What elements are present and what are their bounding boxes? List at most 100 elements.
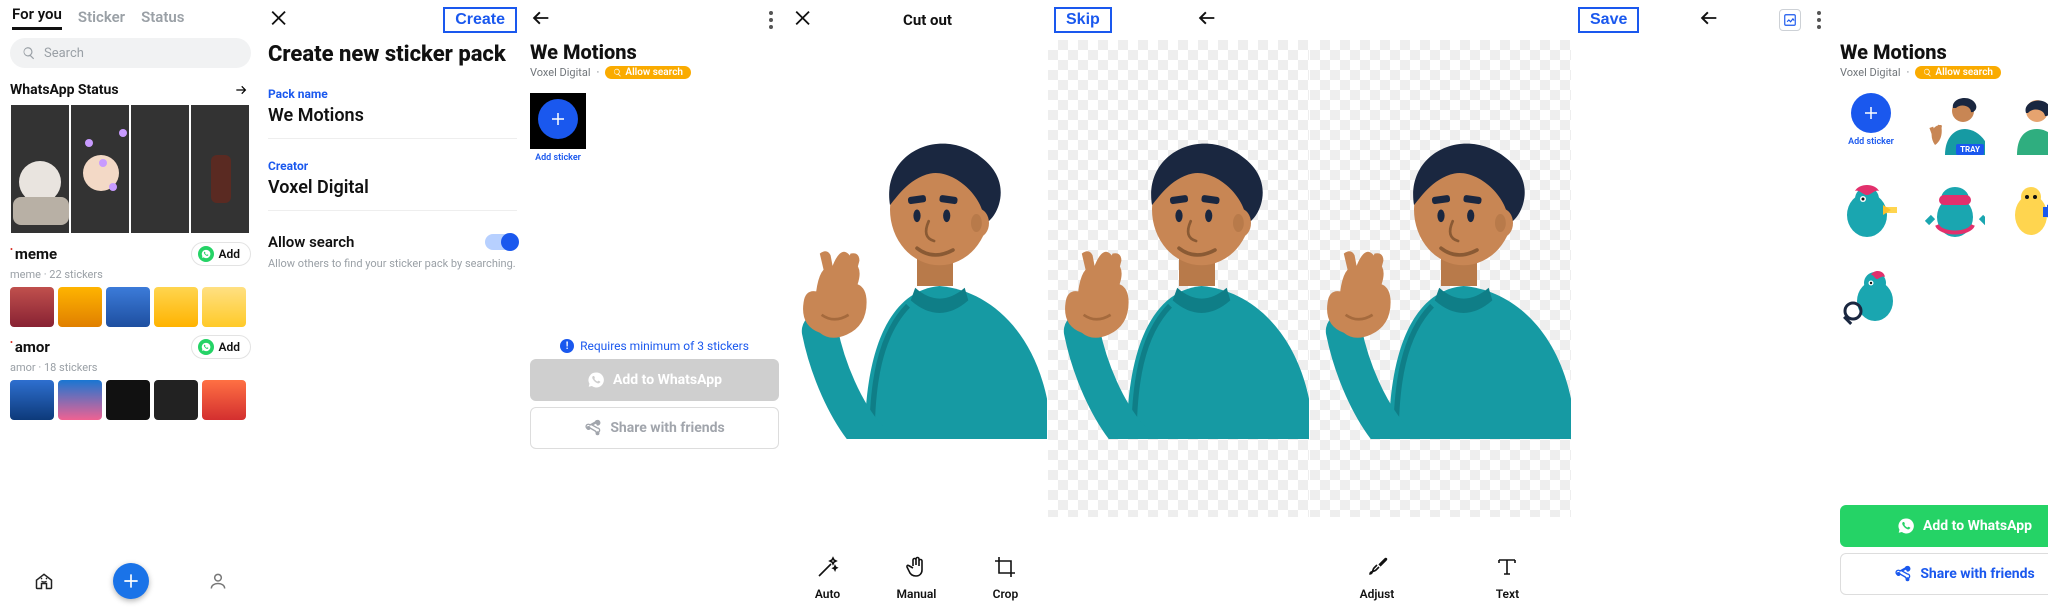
sticker-thumb[interactable]: [10, 380, 54, 420]
wand-icon: [814, 553, 842, 581]
pack-name-label: Pack name: [268, 87, 517, 101]
arrow-right-icon[interactable]: [231, 83, 251, 97]
close-button[interactable]: [792, 7, 814, 33]
brush-icon: [1363, 553, 1391, 581]
text-icon: [1493, 553, 1521, 581]
editor-canvas[interactable]: [1048, 40, 1309, 517]
status-thumb[interactable]: [130, 104, 190, 234]
nav-create[interactable]: [113, 563, 149, 599]
screen-pack-full: We Motions Voxel Digital· Allow search A…: [1834, 0, 2048, 607]
screen-cutout-left: Cut out Auto Manual Crop: [786, 0, 1048, 607]
add-sticker-label: Add sticker: [1840, 137, 1902, 147]
allow-search-hint: Allow others to find your sticker pack b…: [262, 257, 523, 270]
min-stickers-warning: !Requires minimum of 3 stickers: [530, 339, 779, 353]
nav-home[interactable]: [26, 563, 62, 599]
tool-adjust[interactable]: Adjust: [1360, 553, 1395, 601]
sticker-tile[interactable]: [1924, 179, 1986, 243]
sticker-thumb[interactable]: [10, 287, 54, 327]
page-title: Create new sticker pack: [262, 40, 523, 83]
creator-input[interactable]: Voxel Digital: [268, 177, 517, 198]
back-button[interactable]: [1196, 7, 1218, 33]
skip-button[interactable]: Skip: [1054, 7, 1112, 33]
pack-subtitle: amor · 18 stickers: [10, 361, 251, 374]
search-placeholder: Search: [44, 46, 84, 61]
create-button[interactable]: Create: [443, 7, 517, 33]
tool-text[interactable]: Text: [1493, 553, 1521, 601]
sticker-tile[interactable]: [1840, 265, 1902, 329]
status-strip: [0, 104, 261, 234]
sticker-thumb[interactable]: [202, 380, 246, 420]
add-pack-button[interactable]: Add: [191, 242, 251, 266]
tool-manual[interactable]: Manual: [897, 553, 937, 601]
search-icon: [22, 46, 36, 60]
creator-name: Voxel Digital: [530, 66, 591, 79]
screen-cutout-right: Skip: [1048, 0, 1310, 607]
status-thumb[interactable]: [70, 104, 130, 234]
pack-subtitle: meme · 22 stickers: [10, 268, 251, 281]
allow-search-chip: Allow search: [605, 66, 691, 79]
sticker-thumb[interactable]: [58, 287, 102, 327]
screen-pack-empty: We Motions Voxel Digital· Allow search A…: [524, 0, 786, 607]
tray-badge: TRAY: [1956, 144, 1984, 155]
whatsapp-icon: [198, 246, 214, 262]
tab-for-you[interactable]: For you: [12, 5, 62, 30]
editor-canvas[interactable]: [1310, 40, 1571, 517]
tab-sticker[interactable]: Sticker: [78, 8, 125, 30]
sticker-thumb[interactable]: [106, 287, 150, 327]
hand-icon: [902, 553, 930, 581]
add-label: Add: [218, 247, 240, 261]
tool-crop[interactable]: Crop: [991, 553, 1019, 601]
crop-icon: [991, 553, 1019, 581]
sticker-thumb[interactable]: [202, 287, 246, 327]
sticker-tile[interactable]: TRAY: [1924, 93, 1986, 157]
sticker-tile[interactable]: [2008, 179, 2048, 243]
editor-title: Cut out: [903, 11, 952, 29]
share-button[interactable]: Share with friends: [530, 407, 779, 449]
add-sticker-label: Add sticker: [530, 153, 586, 163]
tool-auto[interactable]: Auto: [814, 553, 842, 601]
back-button[interactable]: [1698, 7, 1720, 33]
tab-status[interactable]: Status: [141, 8, 184, 30]
more-menu[interactable]: [763, 5, 779, 35]
pack-title: We Motions: [524, 40, 785, 64]
add-sticker-button[interactable]: [538, 99, 578, 139]
sticker-thumb[interactable]: [58, 380, 102, 420]
sticker-thumb[interactable]: [154, 287, 198, 327]
whatsapp-icon: [198, 339, 214, 355]
sticker-thumb[interactable]: [106, 380, 150, 420]
allow-search-chip: Allow search: [1915, 66, 2001, 79]
close-button[interactable]: [268, 7, 290, 33]
screen-decorate-left: Adjust Text: [1310, 0, 1572, 607]
share-button[interactable]: Share with friends: [1840, 553, 2048, 595]
sticker-tile[interactable]: [1840, 179, 1902, 243]
status-heading: WhatsApp Status: [10, 82, 119, 98]
allow-search-toggle[interactable]: [485, 234, 517, 250]
nav-profile[interactable]: [200, 563, 236, 599]
image-picker-button[interactable]: [1779, 9, 1801, 31]
more-menu[interactable]: [1811, 5, 1827, 35]
screen-create-pack: Create Create new sticker pack Pack name…: [262, 0, 524, 607]
search-input[interactable]: Search: [10, 38, 251, 68]
sticker-tile[interactable]: [2008, 93, 2048, 157]
status-thumb[interactable]: [10, 104, 70, 234]
status-thumb[interactable]: [190, 104, 250, 234]
save-button[interactable]: Save: [1578, 7, 1639, 33]
sticker-thumb[interactable]: [154, 380, 198, 420]
pack-title: meme: [10, 245, 57, 263]
creator-label: Creator: [268, 159, 517, 173]
editor-canvas[interactable]: [1572, 40, 1833, 517]
pack-name-input[interactable]: We Motions: [268, 105, 517, 126]
add-sticker-button[interactable]: [1851, 93, 1891, 133]
creator-name: Voxel Digital: [1840, 66, 1901, 79]
allow-search-label: Allow search: [268, 233, 354, 251]
back-button[interactable]: [530, 7, 552, 33]
bottom-nav: [0, 561, 261, 601]
pack-title: amor: [10, 338, 50, 356]
pack-title: We Motions: [1834, 40, 2048, 64]
add-label: Add: [218, 340, 240, 354]
editor-canvas[interactable]: [786, 40, 1047, 517]
add-to-whatsapp-button[interactable]: Add to WhatsApp: [530, 359, 779, 401]
add-to-whatsapp-button[interactable]: Add to WhatsApp: [1840, 505, 2048, 547]
add-pack-button[interactable]: Add: [191, 335, 251, 359]
screen-decorate-right: Save: [1572, 0, 1834, 607]
